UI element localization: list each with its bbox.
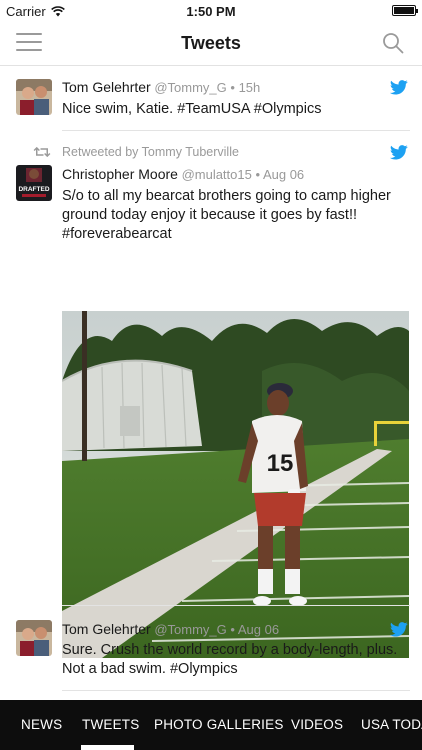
tab-usa-today[interactable]: USA TODAY	[361, 717, 422, 732]
tab-tweets[interactable]: TWEETS	[82, 717, 139, 732]
tweet-time: Aug 06	[237, 622, 280, 637]
nav-bar: Tweets	[0, 22, 422, 66]
tab-photo-galleries[interactable]: PHOTO GALLERIES	[154, 717, 284, 732]
tweet-time: 15h	[238, 80, 261, 95]
tab-news[interactable]: NEWS	[21, 717, 62, 732]
retweet-icon	[33, 146, 51, 158]
tweet-author[interactable]: Christopher Moore	[62, 166, 178, 182]
avatar[interactable]	[16, 620, 52, 656]
active-tab-indicator	[81, 745, 134, 750]
tweet-time: Aug 06	[262, 167, 305, 182]
tweet-text: Nice swim, Katie. #TeamUSA #Olympics	[62, 101, 322, 117]
tweet-item[interactable]: Tom Gelehrter @Tommy_G • Aug 06 Sure. Cr…	[0, 606, 422, 690]
tweet-item[interactable]: Retweeted by Tommy Tuberville DRAFTED Ch…	[0, 131, 422, 658]
avatar[interactable]: DRAFTED	[16, 165, 52, 201]
tweet-text: S/o to all my bearcat brothers going to …	[62, 188, 391, 242]
tab-videos[interactable]: VIDEOS	[291, 717, 343, 732]
divider	[62, 690, 410, 691]
tweet-author[interactable]: Tom Gelehrter	[62, 621, 151, 637]
separator-dot: •	[230, 622, 235, 637]
search-icon[interactable]	[382, 32, 404, 54]
tweet-item[interactable]: Tom Gelehrter @Tommy_G • 15h Nice swim, …	[0, 66, 422, 130]
battery-icon	[392, 5, 418, 16]
tweet-handle[interactable]: @Tommy_G	[154, 80, 226, 95]
tweet-header: Tom Gelehrter @Tommy_G • Aug 06	[62, 621, 279, 637]
status-bar: Carrier 1:50 PM	[0, 0, 422, 22]
status-time: 1:50 PM	[186, 4, 236, 19]
jersey-number: 15	[267, 450, 294, 477]
tweet-text: Sure. Crush the world record by a body-l…	[62, 642, 398, 677]
avatar-caption: DRAFTED	[18, 186, 49, 193]
separator-dot: •	[255, 167, 261, 182]
tweet-handle[interactable]: @Tommy_G	[154, 622, 226, 637]
tweet-feed[interactable]: Tom Gelehrter @Tommy_G • 15h Nice swim, …	[0, 66, 422, 700]
twitter-bird-icon[interactable]	[390, 145, 408, 160]
tweet-header: Tom Gelehrter @Tommy_G • 15h	[62, 79, 260, 95]
twitter-bird-icon[interactable]	[390, 80, 408, 95]
tweet-header: Christopher Moore @mulatto15 • Aug 06	[62, 166, 304, 182]
tweet-author[interactable]: Tom Gelehrter	[62, 79, 151, 95]
page-title: Tweets	[181, 33, 241, 53]
twitter-bird-icon[interactable]	[390, 622, 408, 637]
bottom-tab-bar: NEWS TWEETS PHOTO GALLERIES VIDEOS USA T…	[0, 700, 422, 750]
avatar[interactable]	[16, 79, 52, 115]
separator-dot: •	[230, 80, 235, 95]
retweeted-by-label[interactable]: Retweeted by Tommy Tuberville	[62, 145, 239, 159]
tweet-handle[interactable]: @mulatto15	[182, 167, 252, 182]
